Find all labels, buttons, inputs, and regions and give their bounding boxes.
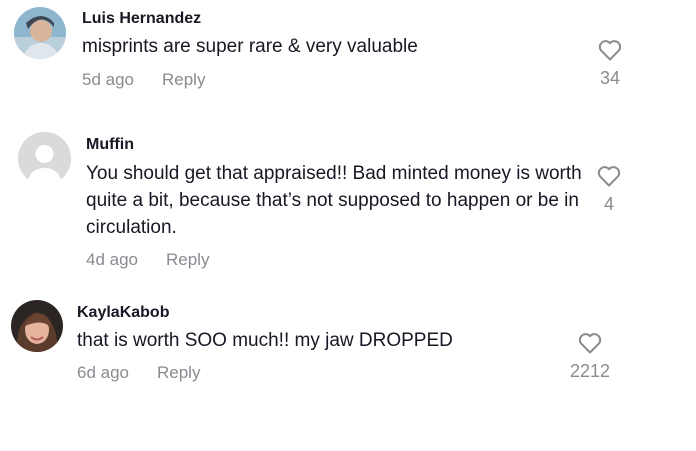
comment-username[interactable]: KaylaKabob [77, 304, 169, 322]
default-avatar-icon [18, 132, 71, 185]
avatar[interactable] [14, 7, 66, 59]
comment-text: misprints are super rare & very valuable [82, 36, 418, 57]
comment-text: that is worth SOO much!! my jaw DROPPED [77, 330, 453, 351]
comment-item: KaylaKabob that is worth SOO much!! my j… [0, 290, 696, 400]
avatar[interactable] [11, 300, 63, 352]
avatar[interactable] [18, 132, 71, 185]
comment-text: You should get that appraised!! Bad mint… [86, 163, 582, 238]
comment-meta: 4d ago Reply [86, 250, 209, 270]
like-button[interactable]: 2212 [560, 332, 620, 382]
comment-meta: 6d ago Reply [77, 363, 200, 383]
comment-item: Muffin You should get that appraised!! B… [0, 120, 696, 285]
comment-username[interactable]: Muffin [86, 136, 134, 154]
like-button[interactable]: 34 [580, 39, 640, 89]
like-count: 2212 [569, 361, 611, 381]
heart-outline-icon [598, 40, 622, 61]
like-count: 4 [603, 194, 614, 214]
comment-meta: 5d ago Reply [82, 70, 205, 90]
reply-button[interactable]: Reply [157, 363, 200, 382]
reply-button[interactable]: Reply [166, 250, 209, 269]
heart-outline-icon [578, 333, 602, 354]
like-count: 34 [599, 68, 621, 88]
comment-username[interactable]: Luis Hernandez [82, 10, 201, 28]
comment-time: 5d ago [82, 70, 134, 89]
comment-item: Luis Hernandez misprints are super rare … [0, 0, 696, 110]
heart-outline-icon [597, 166, 621, 187]
reply-button[interactable]: Reply [162, 70, 205, 89]
like-button[interactable]: 4 [579, 165, 639, 215]
comment-time: 4d ago [86, 250, 138, 269]
comment-time: 6d ago [77, 363, 129, 382]
